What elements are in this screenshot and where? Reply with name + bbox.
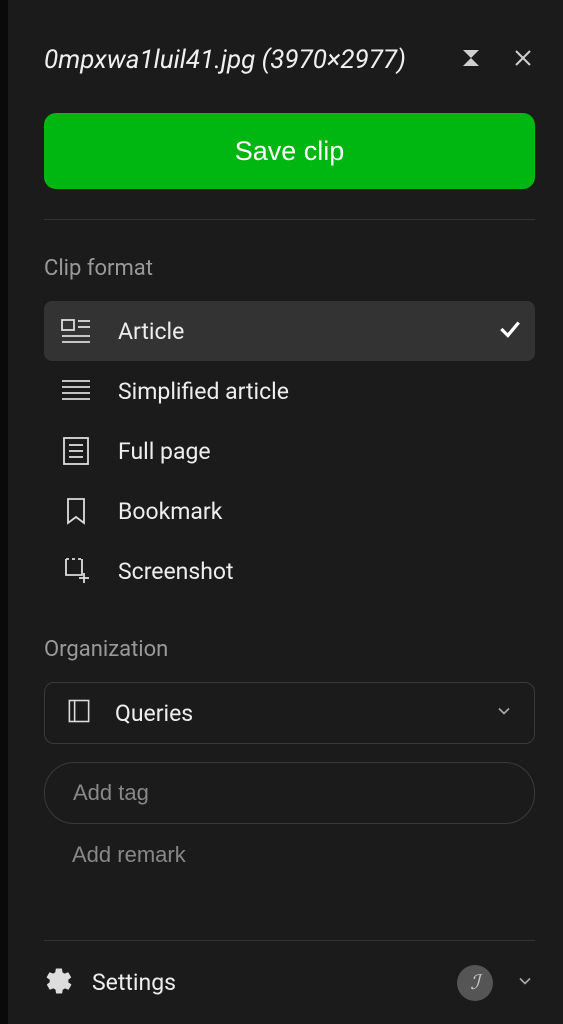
clip-title: 0mpxwa1luil41.jpg (3970×2977): [44, 45, 439, 75]
format-item-label: Article: [118, 318, 471, 345]
notebook-icon: [65, 697, 93, 729]
notebook-selected-label: Queries: [115, 700, 472, 727]
format-item-article[interactable]: Article: [44, 301, 535, 361]
tag-field[interactable]: [44, 762, 535, 824]
settings-button[interactable]: Settings: [44, 966, 457, 1000]
close-icon[interactable]: [511, 46, 535, 74]
format-item-simplified[interactable]: Simplified article: [8, 361, 563, 421]
simplified-article-icon: [60, 375, 92, 407]
remark-field[interactable]: [44, 842, 535, 868]
account-chevron-down-icon[interactable]: [515, 971, 535, 995]
screenshot-icon: [60, 555, 92, 587]
format-item-label: Bookmark: [118, 498, 535, 525]
settings-label: Settings: [92, 969, 176, 996]
full-page-icon: [60, 435, 92, 467]
format-item-label: Screenshot: [118, 558, 535, 585]
avatar[interactable]: ℐ: [457, 965, 493, 1001]
remark-input[interactable]: [72, 842, 507, 868]
chevron-down-icon: [494, 701, 514, 725]
hourglass-icon[interactable]: [459, 46, 483, 74]
format-item-bookmark[interactable]: Bookmark: [8, 481, 563, 541]
notebook-selector[interactable]: Queries: [44, 682, 535, 744]
tag-input[interactable]: [73, 780, 506, 806]
format-item-fullpage[interactable]: Full page: [8, 421, 563, 481]
clip-format-list: Article Simplified article: [8, 301, 563, 601]
gear-icon: [44, 966, 74, 1000]
clip-format-section-label: Clip format: [8, 220, 563, 301]
bookmark-icon: [60, 495, 92, 527]
check-icon: [497, 316, 523, 346]
header: 0mpxwa1luil41.jpg (3970×2977): [8, 0, 563, 95]
format-item-label: Full page: [118, 438, 535, 465]
footer: Settings ℐ: [44, 940, 535, 1024]
format-item-label: Simplified article: [118, 378, 535, 405]
save-clip-button[interactable]: Save clip: [44, 113, 535, 189]
organization-section-label: Organization: [8, 601, 563, 682]
article-icon: [60, 315, 92, 347]
format-item-screenshot[interactable]: Screenshot: [8, 541, 563, 601]
